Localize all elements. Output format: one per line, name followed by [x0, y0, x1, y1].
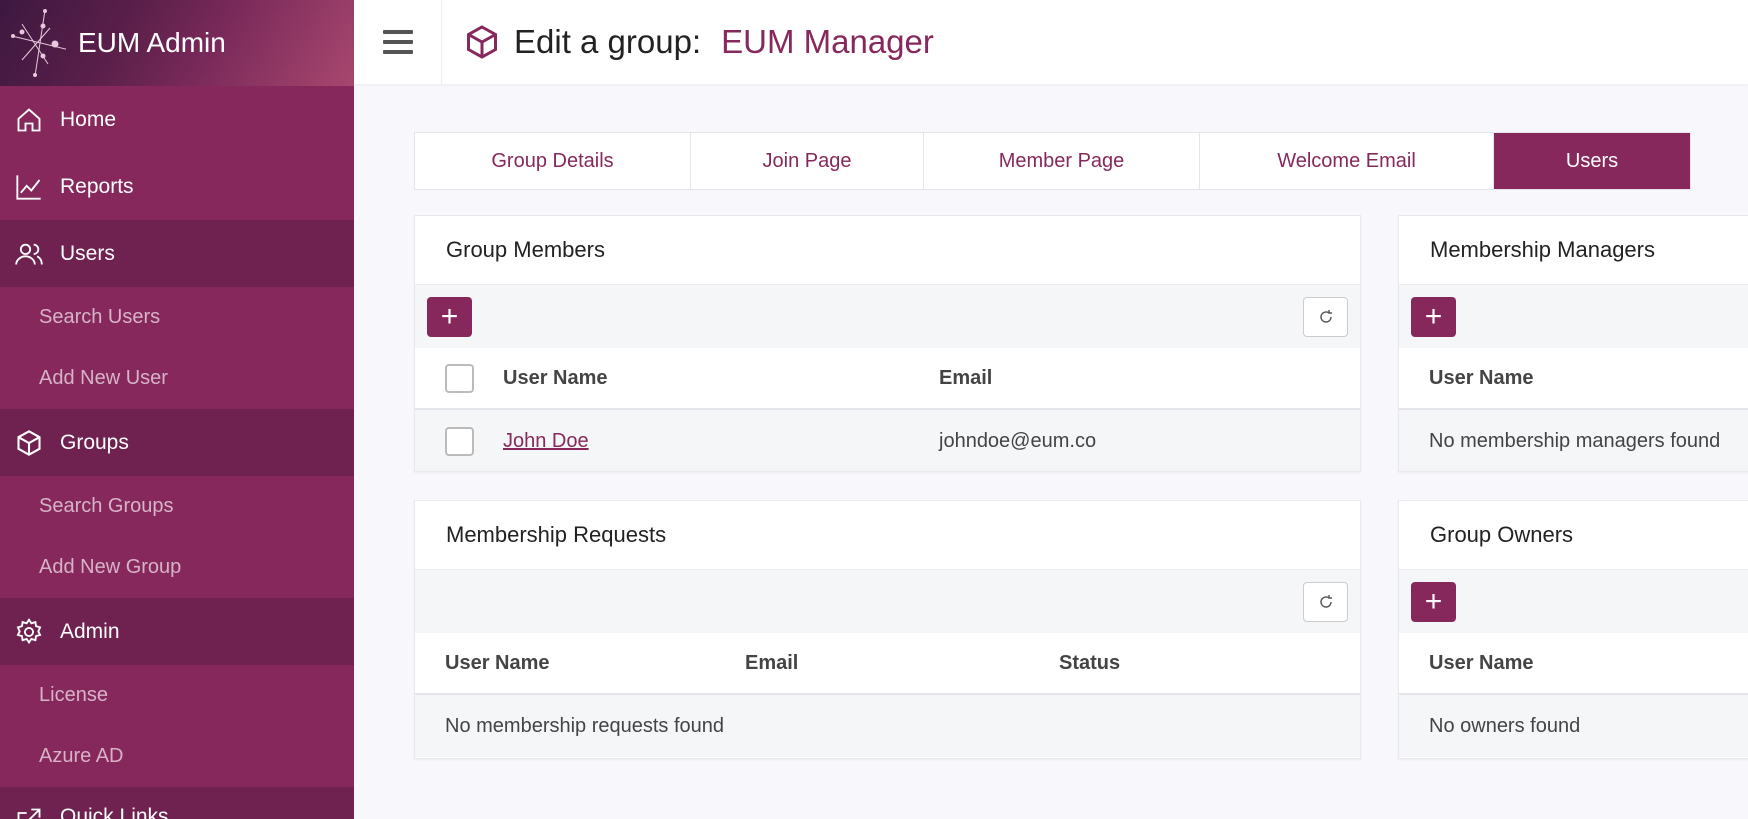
- tab-member-page[interactable]: Member Page: [924, 133, 1200, 189]
- card-title: Membership Requests: [415, 501, 1360, 570]
- tab-join-page[interactable]: Join Page: [691, 133, 924, 189]
- add-manager-button[interactable]: +: [1411, 296, 1456, 337]
- refresh-button[interactable]: [1303, 296, 1348, 337]
- sidebar-item-label: Users: [60, 241, 115, 265]
- title-prefix: Edit a group:: [514, 23, 702, 60]
- plus-icon: +: [440, 299, 459, 333]
- menu-toggle-button[interactable]: [354, 0, 442, 84]
- card-title: Group Members: [415, 216, 1360, 285]
- tab-bar: Group Details Join Page Member Page Welc…: [414, 132, 1691, 190]
- page-title: Edit a group: EUM Manager: [464, 23, 934, 61]
- table-row: John Doe johndoe@eum.co: [415, 410, 1360, 471]
- tab-users[interactable]: Users: [1494, 133, 1690, 189]
- refresh-button[interactable]: [1303, 581, 1348, 622]
- column-header-email: Email: [745, 651, 799, 674]
- sidebar-item-search-users[interactable]: Search Users: [0, 287, 354, 348]
- users-icon: [14, 239, 44, 269]
- refresh-icon: [1319, 594, 1332, 608]
- sidebar-item-groups[interactable]: Groups: [0, 409, 354, 476]
- sidebar: EUM Admin Home Reports Users Search User…: [0, 0, 354, 819]
- sidebar-item-label: Quick Links: [60, 805, 169, 819]
- sidebar-item-add-new-group[interactable]: Add New Group: [0, 537, 354, 598]
- external-link-icon: [14, 805, 44, 819]
- sidebar-item-label: Home: [60, 107, 117, 131]
- app-title: EUM Admin: [78, 27, 226, 58]
- add-owner-button[interactable]: +: [1411, 581, 1456, 622]
- sidebar-item-home[interactable]: Home: [0, 86, 354, 153]
- user-name-link[interactable]: John Doe: [503, 430, 939, 453]
- user-email: johndoe@eum.co: [939, 429, 1097, 452]
- plus-icon: +: [1424, 299, 1443, 333]
- sidebar-item-add-new-user[interactable]: Add New User: [0, 348, 354, 409]
- membership-requests-card: Membership Requests User Name Email Status…: [414, 500, 1361, 759]
- empty-message: No membership requests found: [445, 714, 725, 737]
- logo-icon: [11, 9, 66, 77]
- gear-icon: [14, 617, 44, 647]
- membership-managers-card: Membership Managers + User Name No membe…: [1398, 215, 1748, 472]
- column-header-user-name: User Name: [1429, 651, 1534, 674]
- sidebar-item-license[interactable]: License: [0, 665, 354, 726]
- row-checkbox[interactable]: [445, 426, 474, 456]
- refresh-icon: [1319, 309, 1332, 323]
- sidebar-item-search-groups[interactable]: Search Groups: [0, 476, 354, 537]
- column-header-user-name: User Name: [503, 366, 608, 389]
- cube-icon: [14, 428, 44, 458]
- home-icon: [14, 105, 44, 135]
- empty-message: No owners found: [1429, 714, 1581, 737]
- sidebar-item-users[interactable]: Users: [0, 220, 354, 287]
- sidebar-item-label: Reports: [60, 174, 134, 198]
- column-header-user-name: User Name: [445, 651, 550, 674]
- card-title: Group Owners: [1399, 501, 1748, 570]
- column-header-user-name: User Name: [1429, 366, 1534, 389]
- tab-welcome-email[interactable]: Welcome Email: [1200, 133, 1494, 189]
- chart-line-icon: [14, 172, 44, 202]
- hamburger-icon: [382, 30, 413, 54]
- sidebar-item-reports[interactable]: Reports: [0, 153, 354, 220]
- group-name: EUM Manager: [721, 23, 934, 60]
- plus-icon: +: [1424, 584, 1443, 618]
- column-header-email: Email: [939, 366, 993, 389]
- group-members-card: Group Members + User Name Email John Doe j…: [414, 215, 1361, 472]
- select-all-checkbox[interactable]: [445, 363, 474, 393]
- card-title: Membership Managers: [1399, 216, 1748, 285]
- group-owners-card: Group Owners + User Name No owners found: [1398, 500, 1748, 759]
- add-member-button[interactable]: +: [427, 296, 472, 337]
- header: Edit a group: EUM Manager: [354, 0, 1748, 84]
- sidebar-item-admin[interactable]: Admin: [0, 598, 354, 665]
- sidebar-item-azure-ad[interactable]: Azure AD: [0, 726, 354, 787]
- tab-group-details[interactable]: Group Details: [415, 133, 691, 189]
- empty-message: No membership managers found: [1429, 429, 1721, 452]
- column-header-status: Status: [1059, 651, 1121, 674]
- sidebar-item-label: Groups: [60, 430, 129, 454]
- cube-icon: [467, 25, 497, 59]
- sidebar-item-quick-links[interactable]: Quick Links: [0, 787, 354, 819]
- brand[interactable]: EUM Admin: [0, 0, 354, 86]
- sidebar-item-label: Admin: [60, 619, 120, 643]
